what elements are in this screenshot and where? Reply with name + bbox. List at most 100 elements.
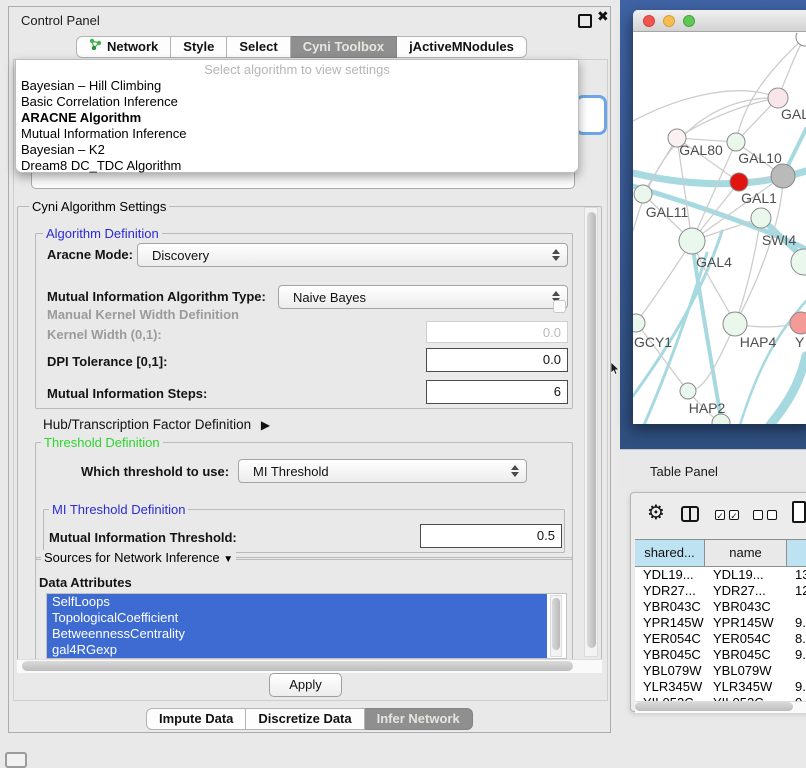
table-cell[interactable]: 8. <box>787 631 806 647</box>
apply-button[interactable]: Apply <box>269 673 342 697</box>
which-threshold-combobox[interactable]: MI Threshold <box>238 459 527 483</box>
table-row[interactable]: YBL079WYBL079W <box>635 663 806 679</box>
network-edge[interactable] <box>735 218 761 324</box>
table-cell[interactable]: YBR045C <box>705 647 787 663</box>
network-node-hap4[interactable] <box>723 312 747 336</box>
close-icon[interactable]: ✖ <box>597 8 609 25</box>
node-label-gal80: GAL80 <box>679 142 723 158</box>
document-icon[interactable] <box>792 501 806 523</box>
table-cell[interactable]: 9. <box>787 647 806 663</box>
select-all-checkboxes-icon[interactable]: ✓✓ <box>715 510 739 520</box>
focused-combobox-fragment[interactable] <box>575 95 607 135</box>
table-cell[interactable]: YPR145W <box>705 615 787 631</box>
table-cell[interactable]: YBR045C <box>635 647 705 663</box>
network-node-gal11[interactable] <box>634 185 652 203</box>
gear-icon[interactable]: ⚙ <box>647 503 665 523</box>
tab-impute-data[interactable]: Impute Data <box>146 708 246 730</box>
table-row[interactable]: YPR145WYPR145W9. <box>635 615 806 631</box>
table-cell[interactable]: 9. <box>787 679 806 695</box>
tab-select[interactable]: Select <box>227 36 290 58</box>
tab-discretize-data[interactable]: Discretize Data <box>246 708 364 730</box>
network-node-gal1[interactable] <box>771 164 795 188</box>
popup-item-aracne-algorithm[interactable]: ARACNE Algorithm <box>16 110 578 126</box>
network-node-red-node[interactable] <box>730 173 748 191</box>
network-node-y-node[interactable] <box>790 312 806 334</box>
tab-style[interactable]: Style <box>171 36 227 58</box>
network-node-gal2[interactable] <box>768 88 788 108</box>
close-traffic-light-icon[interactable] <box>643 15 655 27</box>
tab-infer-network[interactable]: Infer Network <box>365 708 473 730</box>
settings-scrollbar[interactable] <box>584 207 598 657</box>
minimize-traffic-light-icon[interactable] <box>663 15 675 27</box>
hub-definition-expander[interactable]: Hub/Transcription Factor Definition ▶ <box>43 417 270 432</box>
table-cell[interactable]: YER054C <box>635 631 705 647</box>
attribute-item-selfloops[interactable]: SelfLoops <box>47 594 547 610</box>
popup-item-mutual-information-inference[interactable]: Mutual Information Inference <box>16 126 578 142</box>
tab-cyni-toolbox[interactable]: Cyni Toolbox <box>291 36 397 58</box>
network-window-titlebar[interactable] <box>633 10 806 32</box>
table-row[interactable]: YDR27...YDR27...12 <box>635 583 806 599</box>
table-cell[interactable] <box>787 663 806 679</box>
attribute-item-betweennesscentrality[interactable]: BetweennessCentrality <box>47 626 547 642</box>
table-cell[interactable]: YDR27... <box>635 583 705 599</box>
table-cell[interactable]: YBL079W <box>705 663 787 679</box>
table-row[interactable]: YER054CYER054C8. <box>635 631 806 647</box>
table-cell[interactable]: 9. <box>787 615 806 631</box>
network-node-hap2[interactable] <box>680 383 696 399</box>
network-node-gcy1[interactable] <box>633 314 645 332</box>
collapsed-panel-icon[interactable] <box>5 752 27 768</box>
table-row[interactable]: YDL19...YDL19...13 <box>635 567 806 583</box>
zoom-traffic-light-icon[interactable] <box>683 15 695 27</box>
deselect-all-checkboxes-icon[interactable] <box>753 510 777 520</box>
column-header-shared[interactable]: shared... <box>635 540 705 566</box>
mi-type-combobox[interactable]: Naive Bayes <box>278 285 568 309</box>
popup-item-basic-correlation-inference[interactable]: Basic Correlation Inference <box>16 94 578 110</box>
network-node-right-partial[interactable] <box>791 249 806 275</box>
tab-jactivemnodules[interactable]: jActiveMNodules <box>397 36 527 58</box>
table-row[interactable]: YBR043CYBR043C <box>635 599 806 615</box>
popup-item-bayesian-k2[interactable]: Bayesian – K2 <box>16 142 578 158</box>
network-edge[interactable] <box>770 356 806 424</box>
column-header-cut[interactable] <box>787 540 806 566</box>
attribute-item-gal4rgexp[interactable]: gal4RGexp <box>47 642 547 658</box>
tab-network[interactable]: Network <box>76 36 171 58</box>
network-edge[interactable] <box>636 241 692 323</box>
aracne-mode-combobox[interactable]: Discovery <box>137 243 568 267</box>
column-header-name[interactable]: name <box>705 540 787 566</box>
network-edge[interactable] <box>633 91 778 121</box>
mi-steps-input[interactable]: 6 <box>426 380 568 404</box>
attribute-item-topologicalcoefficient[interactable]: TopologicalCoefficient <box>47 610 547 626</box>
table-cell[interactable]: 13 <box>787 567 806 583</box>
table-row[interactable]: YLR345WYLR345W9. <box>635 679 806 695</box>
network-node-swi4[interactable] <box>751 208 771 228</box>
network-node-gal10[interactable] <box>727 133 745 151</box>
popup-item-bayesian-hill-climbing[interactable]: Bayesian – Hill Climbing <box>16 78 578 94</box>
table-cell[interactable]: YBR043C <box>635 599 705 615</box>
attributes-scrollbar[interactable] <box>550 595 562 657</box>
table-cell[interactable]: YLR345W <box>705 679 787 695</box>
network-edge[interactable] <box>677 98 778 138</box>
table-cell[interactable]: 12 <box>787 583 806 599</box>
table-cell[interactable]: YBR043C <box>705 599 787 615</box>
table-row[interactable]: YBR045CYBR045C9. <box>635 647 806 663</box>
table-cell[interactable]: YBL079W <box>635 663 705 679</box>
settings-hscrollbar[interactable] <box>17 659 602 673</box>
table-cell[interactable]: YDL19... <box>635 567 705 583</box>
table-cell[interactable]: YLR345W <box>635 679 705 695</box>
table-cell[interactable]: YDL19... <box>705 567 787 583</box>
table-cell[interactable]: YDR27... <box>705 583 787 599</box>
network-edge[interactable] <box>736 37 805 142</box>
network-node-gal4[interactable] <box>679 228 705 254</box>
table-cell[interactable]: YPR145W <box>635 615 705 631</box>
table-cell[interactable]: YER054C <box>705 631 787 647</box>
mi-threshold-input[interactable]: 0.5 <box>420 524 562 548</box>
popup-item-dream8-dc-tdc-algorithm[interactable]: Dream8 DC_TDC Algorithm <box>16 158 578 174</box>
table-hscrollbar[interactable] <box>635 701 806 713</box>
dpi-tolerance-input[interactable]: 0.0 <box>426 348 568 372</box>
split-columns-icon[interactable] <box>681 506 699 522</box>
float-window-icon[interactable] <box>578 14 592 28</box>
manual-kernel-checkbox[interactable] <box>553 300 566 313</box>
table-cell[interactable] <box>787 599 806 615</box>
sources-group-title[interactable]: Sources for Network Inference ▼ <box>41 550 236 565</box>
network-canvas[interactable]: GALGAL80GAL10GAL1SWI4GAL11GAL4GCY1HAP4YH… <box>633 33 806 424</box>
